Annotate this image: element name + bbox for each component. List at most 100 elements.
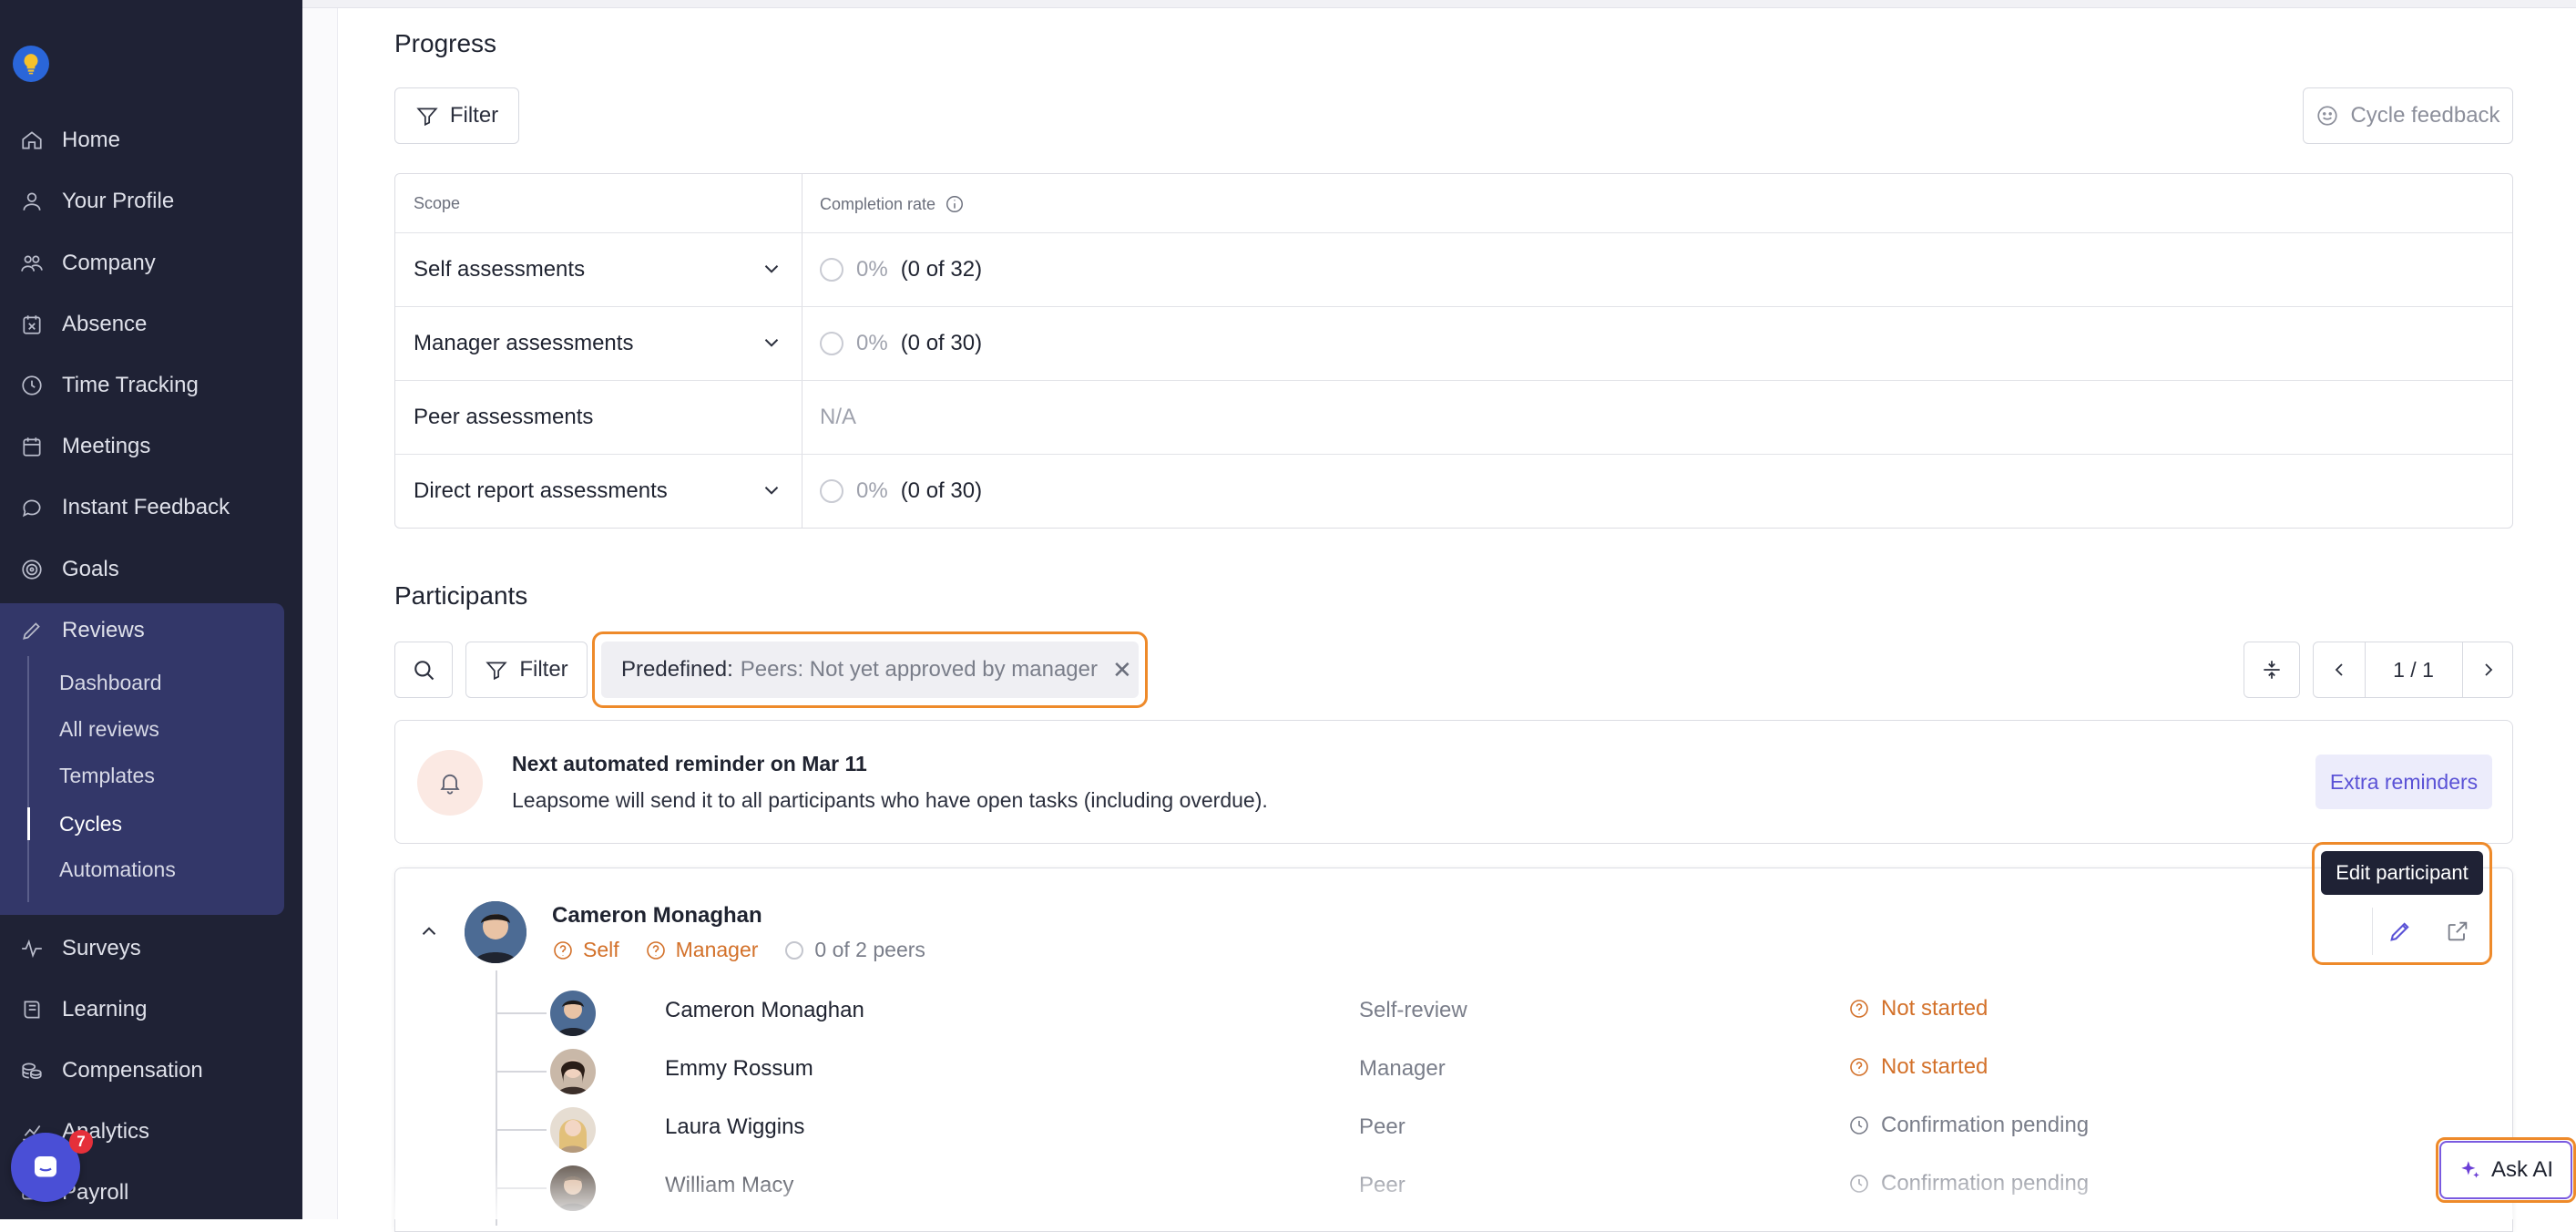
reviewer-row: Laura Wiggins Peer Confirmation pending — [550, 1107, 2463, 1153]
avatar — [550, 991, 596, 1036]
progress-ring — [820, 479, 843, 503]
info-icon[interactable] — [945, 194, 965, 214]
smiley-icon — [2317, 106, 2338, 126]
reviewer-name: Laura Wiggins — [665, 1114, 805, 1139]
people-icon — [21, 255, 43, 272]
sidebar-item-home[interactable]: Home — [20, 122, 120, 159]
sidebar: Home Your Profile Company Absence Time T… — [0, 0, 302, 1219]
sidebar-item-surveys[interactable]: Surveys — [20, 930, 141, 967]
table-row: Direct report assessments 0% (0 of 30) — [395, 454, 2512, 529]
lightbulb-icon — [24, 54, 38, 75]
sidebar-subitem-cycles[interactable]: Cycles — [59, 807, 122, 840]
avatar — [550, 1049, 596, 1094]
sidebar-item-company[interactable]: Company — [20, 245, 156, 282]
sidebar-subitem-dashboard[interactable]: Dashboard — [59, 666, 162, 699]
sidebar-item-reviews[interactable]: Reviews — [20, 612, 145, 649]
reviewer-row: Emmy Rossum Manager Not started — [550, 1049, 2463, 1094]
participant-status: Self Manager 0 of 2 peers — [552, 938, 951, 962]
sidebar-item-absence[interactable]: Absence — [20, 306, 147, 343]
expand-collapse-button[interactable] — [2244, 642, 2300, 698]
chat-icon — [23, 499, 41, 518]
chevron-down-icon[interactable] — [760, 478, 783, 502]
leapsome-logo[interactable] — [13, 46, 49, 82]
calendar-x-icon — [23, 315, 41, 334]
reviewer-status: Confirmation pending — [1848, 1113, 2089, 1138]
progress-ring — [820, 258, 843, 282]
sidebar-subitem-templates[interactable]: Templates — [59, 759, 155, 792]
chat-bubble-icon — [35, 1156, 56, 1177]
book-icon — [24, 1001, 40, 1019]
sidebar-item-meetings[interactable]: Meetings — [20, 428, 150, 465]
reviewer-name: Emmy Rossum — [665, 1056, 813, 1081]
pulse-icon — [22, 939, 42, 959]
search-button[interactable] — [394, 642, 453, 698]
tree-branch — [496, 1071, 547, 1073]
reviewer-row: Cameron Monaghan Self-review Not started — [550, 991, 2463, 1036]
prev-page-button[interactable] — [2314, 642, 2366, 697]
sub-nav-active-indicator — [27, 807, 30, 840]
completion-rate: 0% (0 of 30) — [820, 478, 982, 504]
extra-reminders-button[interactable]: Extra reminders — [2315, 755, 2492, 809]
participant-card: Cameron Monaghan Self Manager 0 of 2 pee… — [394, 868, 2513, 1232]
tree-branch — [496, 1187, 547, 1189]
ask-ai-inner-border — [2439, 1141, 2572, 1199]
reminder-title: Next automated reminder on Mar 11 — [512, 752, 867, 775]
edit-participant-button[interactable] — [2372, 908, 2428, 955]
chevron-up-icon[interactable] — [417, 919, 441, 943]
participant-name[interactable]: Cameron Monaghan — [552, 903, 762, 929]
participants-filter-button[interactable]: Filter — [465, 642, 588, 698]
sidebar-item-learning[interactable]: Learning — [20, 991, 147, 1028]
next-page-button[interactable] — [2462, 642, 2514, 697]
sidebar-item-your-profile[interactable]: Your Profile — [20, 183, 174, 220]
bell-icon — [417, 750, 483, 816]
cycle-feedback-button[interactable]: Cycle feedback — [2303, 87, 2513, 144]
coins-icon — [22, 1063, 42, 1079]
notification-badge: 7 — [69, 1130, 93, 1154]
chevron-right-icon — [2485, 663, 2493, 676]
open-external-button[interactable] — [2430, 908, 2485, 955]
reviewer-name: William Macy — [665, 1173, 794, 1197]
scope-label: Direct report assessments — [414, 478, 668, 503]
completion-na: N/A — [820, 405, 857, 429]
clock-icon — [1850, 1175, 1868, 1193]
page-indicator: 1 / 1 — [2393, 657, 2434, 682]
chevron-down-icon[interactable] — [760, 331, 783, 354]
clock-icon — [1850, 1116, 1868, 1134]
avatar — [465, 901, 526, 963]
reviewer-role: Peer — [1359, 1173, 1406, 1197]
sidebar-item-instant-feedback[interactable]: Instant Feedback — [20, 489, 230, 526]
reviewer-role: Peer — [1359, 1114, 1406, 1139]
table-row: Self assessments 0% (0 of 32) — [395, 232, 2512, 307]
reviewer-role: Self-review — [1359, 998, 1467, 1022]
progress-filter-button[interactable]: Filter — [394, 87, 519, 144]
sidebar-item-time-tracking[interactable]: Time Tracking — [20, 367, 199, 404]
progress-table: Scope Completion rate Self assessments 0… — [394, 173, 2513, 529]
pagination: 1 / 1 — [2313, 642, 2513, 698]
predefined-filter-chip[interactable]: Predefined: Peers: Not yet approved by m… — [601, 642, 1139, 698]
collapse-icon — [2264, 661, 2280, 679]
sidebar-item-goals[interactable]: Goals — [20, 551, 119, 588]
home-icon — [22, 131, 42, 149]
sidebar-subitem-automations[interactable]: Automations — [59, 853, 176, 886]
pencil-icon — [23, 622, 40, 640]
external-link-icon — [2448, 921, 2468, 941]
table-row: Manager assessments 0% (0 of 30) — [395, 306, 2512, 381]
scope-label: Manager assessments — [414, 331, 634, 355]
chevron-down-icon[interactable] — [760, 257, 783, 281]
column-header-scope: Scope — [414, 194, 461, 212]
close-icon[interactable]: ✕ — [1112, 656, 1132, 684]
tree-branch — [496, 1129, 547, 1131]
reviewer-name: Cameron Monaghan — [665, 998, 864, 1022]
sidebar-subitem-all-reviews[interactable]: All reviews — [59, 713, 159, 745]
sidebar-item-compensation[interactable]: Compensation — [20, 1052, 203, 1089]
avatar — [550, 1165, 596, 1211]
reviewer-row: William Macy Peer Confirmation pending — [550, 1165, 2463, 1211]
question-circle-icon — [554, 940, 572, 960]
question-circle-icon — [1850, 1058, 1868, 1076]
filter-icon — [486, 662, 507, 681]
empty-circle-icon — [785, 940, 804, 960]
top-divider — [302, 0, 2576, 8]
target-icon — [22, 560, 42, 580]
calendar-icon — [23, 437, 41, 457]
progress-title: Progress — [394, 29, 497, 57]
